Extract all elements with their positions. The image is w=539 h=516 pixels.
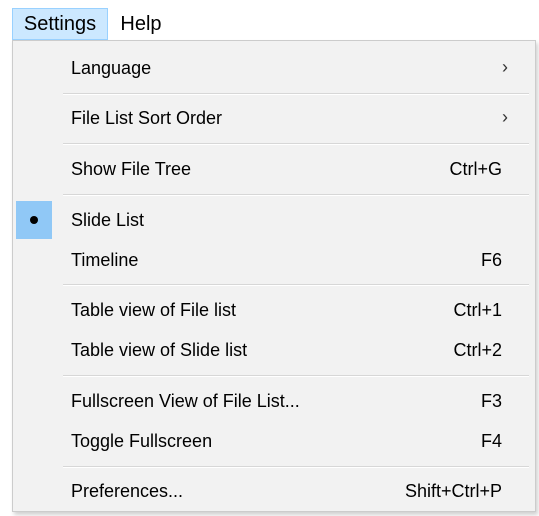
menu-separator — [63, 284, 529, 286]
menu-item-file-list-sort-order[interactable]: File List Sort Order › — [16, 99, 532, 137]
menu-separator — [63, 375, 529, 377]
menu-item-shortcut: F6 — [480, 250, 502, 270]
menu-item-label: File List Sort Order — [71, 108, 223, 128]
menu-bar: Settings Help — [0, 0, 539, 40]
menu-help[interactable]: Help — [110, 8, 172, 40]
menu-item-label: Show File Tree — [71, 159, 192, 179]
menu-separator — [63, 194, 529, 196]
menu-item-shortcut: Ctrl+2 — [453, 340, 502, 360]
menu-item-label: Table view of Slide list — [71, 340, 248, 360]
menu-item-shortcut: Ctrl+1 — [453, 300, 502, 320]
menu-item-shortcut: F3 — [480, 391, 502, 411]
menu-item-label: Table view of File list — [71, 300, 237, 320]
chevron-right-icon: › — [502, 57, 508, 77]
menu-item-toggle-fullscreen[interactable]: Toggle Fullscreen F4 — [16, 422, 532, 460]
menu-item-timeline[interactable]: Timeline F6 — [16, 241, 532, 279]
menu-item-shortcut: F4 — [480, 431, 502, 451]
bullet-icon — [30, 216, 38, 224]
menu-separator — [63, 93, 529, 95]
settings-dropdown-menu: Language › File List Sort Order › Show F… — [12, 40, 536, 512]
menu-item-table-view-slide-list[interactable]: Table view of Slide list Ctrl+2 — [16, 331, 532, 369]
menu-item-label: Preferences... — [71, 481, 184, 501]
menu-item-shortcut: Ctrl+G — [449, 159, 502, 179]
menu-separator — [63, 466, 529, 468]
menu-item-label: Toggle Fullscreen — [71, 431, 213, 451]
menu-settings[interactable]: Settings — [12, 8, 108, 40]
menu-item-fullscreen-view-file-list[interactable]: Fullscreen View of File List... F3 — [16, 382, 532, 420]
menu-item-label: Fullscreen View of File List... — [71, 391, 300, 411]
checked-gutter — [16, 201, 52, 239]
menu-item-show-file-tree[interactable]: Show File Tree Ctrl+G — [16, 150, 532, 188]
menu-separator — [63, 143, 529, 145]
menu-item-table-view-file-list[interactable]: Table view of File list Ctrl+1 — [16, 291, 532, 329]
menu-item-slide-list[interactable]: Slide List — [16, 201, 532, 239]
menu-item-preferences[interactable]: Preferences... Shift+Ctrl+P — [16, 472, 532, 510]
menu-item-shortcut: Shift+Ctrl+P — [404, 481, 502, 501]
menu-item-label: Language — [71, 58, 152, 78]
menu-item-label: Timeline — [71, 250, 139, 270]
chevron-right-icon: › — [502, 107, 508, 127]
menu-item-language[interactable]: Language › — [16, 49, 532, 87]
menu-item-label: Slide List — [71, 210, 145, 230]
